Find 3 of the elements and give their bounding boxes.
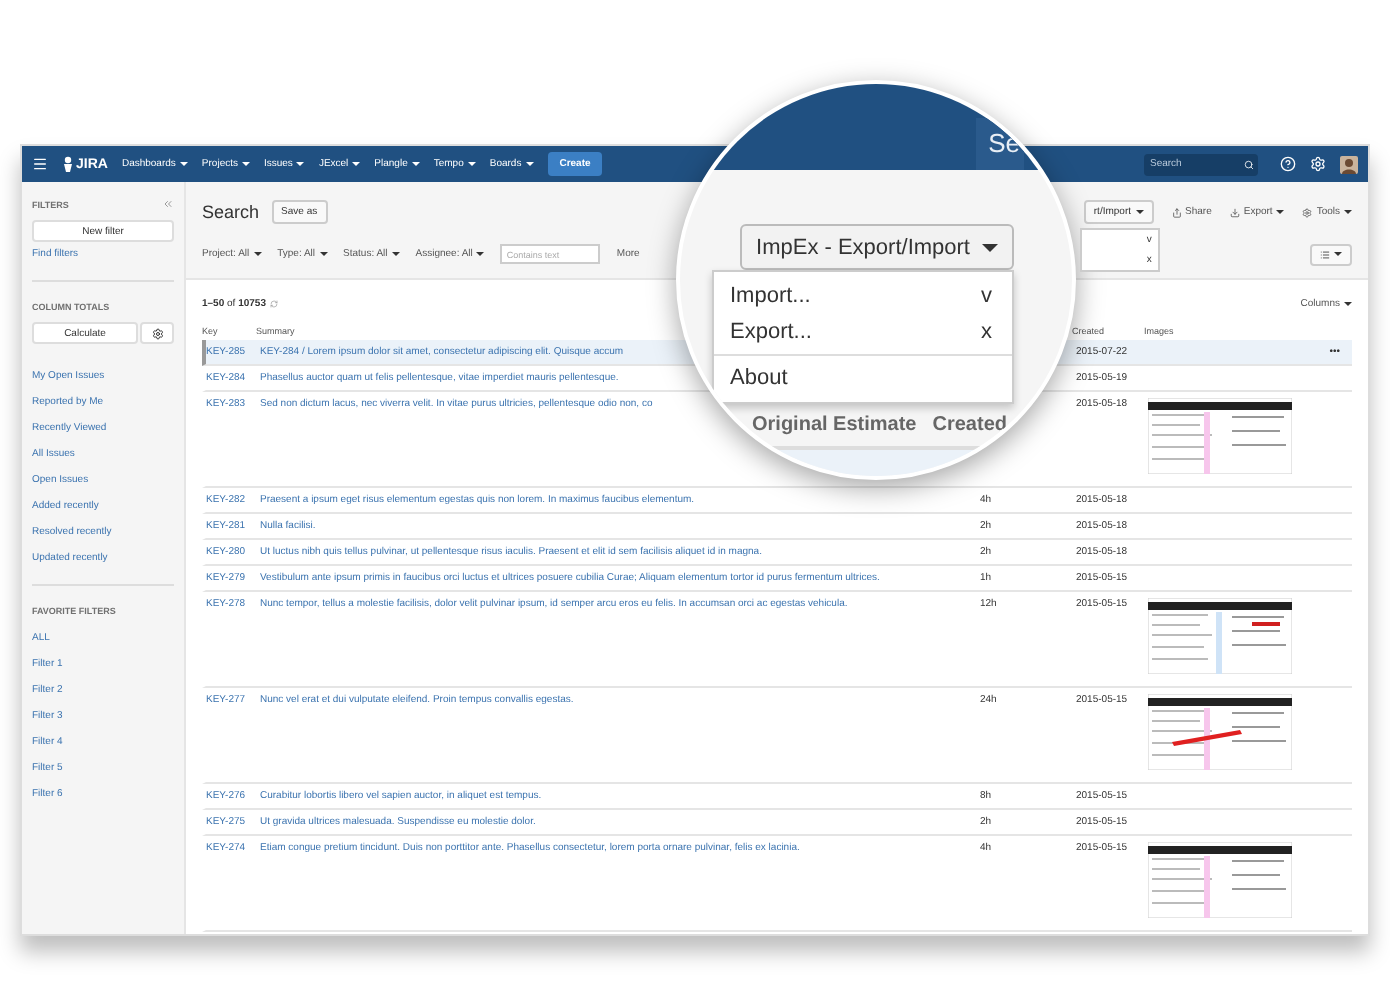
column-header: Created [932, 413, 1007, 435]
column-header: Original Estimate [752, 413, 917, 435]
page-title: Search [202, 202, 260, 222]
